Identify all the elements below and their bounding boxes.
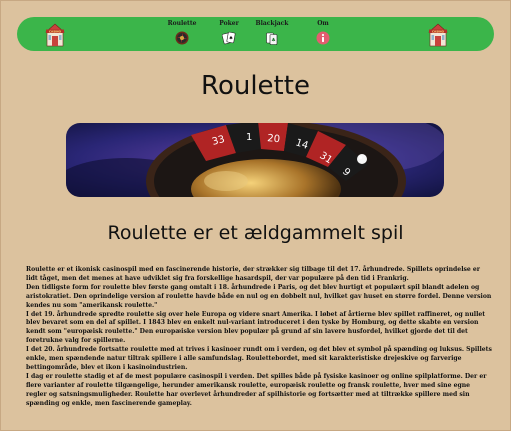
blackjack-cards-icon: ♣ [266, 32, 278, 45]
nav-item-label: Poker [219, 20, 239, 27]
navbar: CASINO Roulette Poker ♠ Blackjack ♣ Om C… [17, 17, 494, 51]
nav-item-om[interactable]: Om [303, 20, 343, 45]
article-paragraph: Den tidligste form for roulette blev før… [26, 283, 492, 309]
svg-text:♣: ♣ [271, 38, 275, 44]
nav-item-roulette[interactable]: Roulette [162, 20, 202, 45]
roulette-wheel-icon [175, 31, 189, 45]
roulette-number: 1 [246, 132, 252, 143]
casino-logo-text: CASINO [49, 29, 62, 33]
casino-logo-text: CASINO [432, 29, 445, 33]
nav-item-label: Om [317, 20, 329, 27]
article-paragraph: I dag er roulette stadig et af de mest p… [26, 372, 487, 407]
article-body: Roulette er et ikonisk casinospil med en… [26, 266, 492, 409]
playing-cards-icon: ♠ [222, 31, 236, 45]
roulette-number: 20 [267, 133, 281, 145]
nav-item-label: Roulette [167, 20, 197, 27]
article-paragraph: Roulette er et ikonisk casinospil med en… [26, 266, 481, 282]
info-icon [316, 31, 330, 45]
page-title: Roulette [201, 71, 310, 101]
nav-item-blackjack[interactable]: Blackjack ♣ [252, 20, 292, 45]
nav-item-label: Blackjack [255, 20, 289, 27]
nav-item-poker[interactable]: Poker ♠ [209, 20, 249, 45]
article-paragraph: I det 19. århundrede spredte roulette si… [26, 310, 486, 345]
roulette-ball [357, 154, 367, 164]
roulette-hero-image: 33 1 20 14 31 9 [66, 123, 444, 197]
svg-text:♠: ♠ [229, 36, 233, 42]
casino-logo-icon[interactable]: CASINO [428, 23, 448, 47]
article-paragraph: I det 20. århundrede fortsatte roulette … [26, 346, 492, 371]
casino-logo-icon[interactable]: CASINO [45, 23, 65, 47]
section-heading: Roulette er et ældgammelt spil [107, 222, 404, 244]
